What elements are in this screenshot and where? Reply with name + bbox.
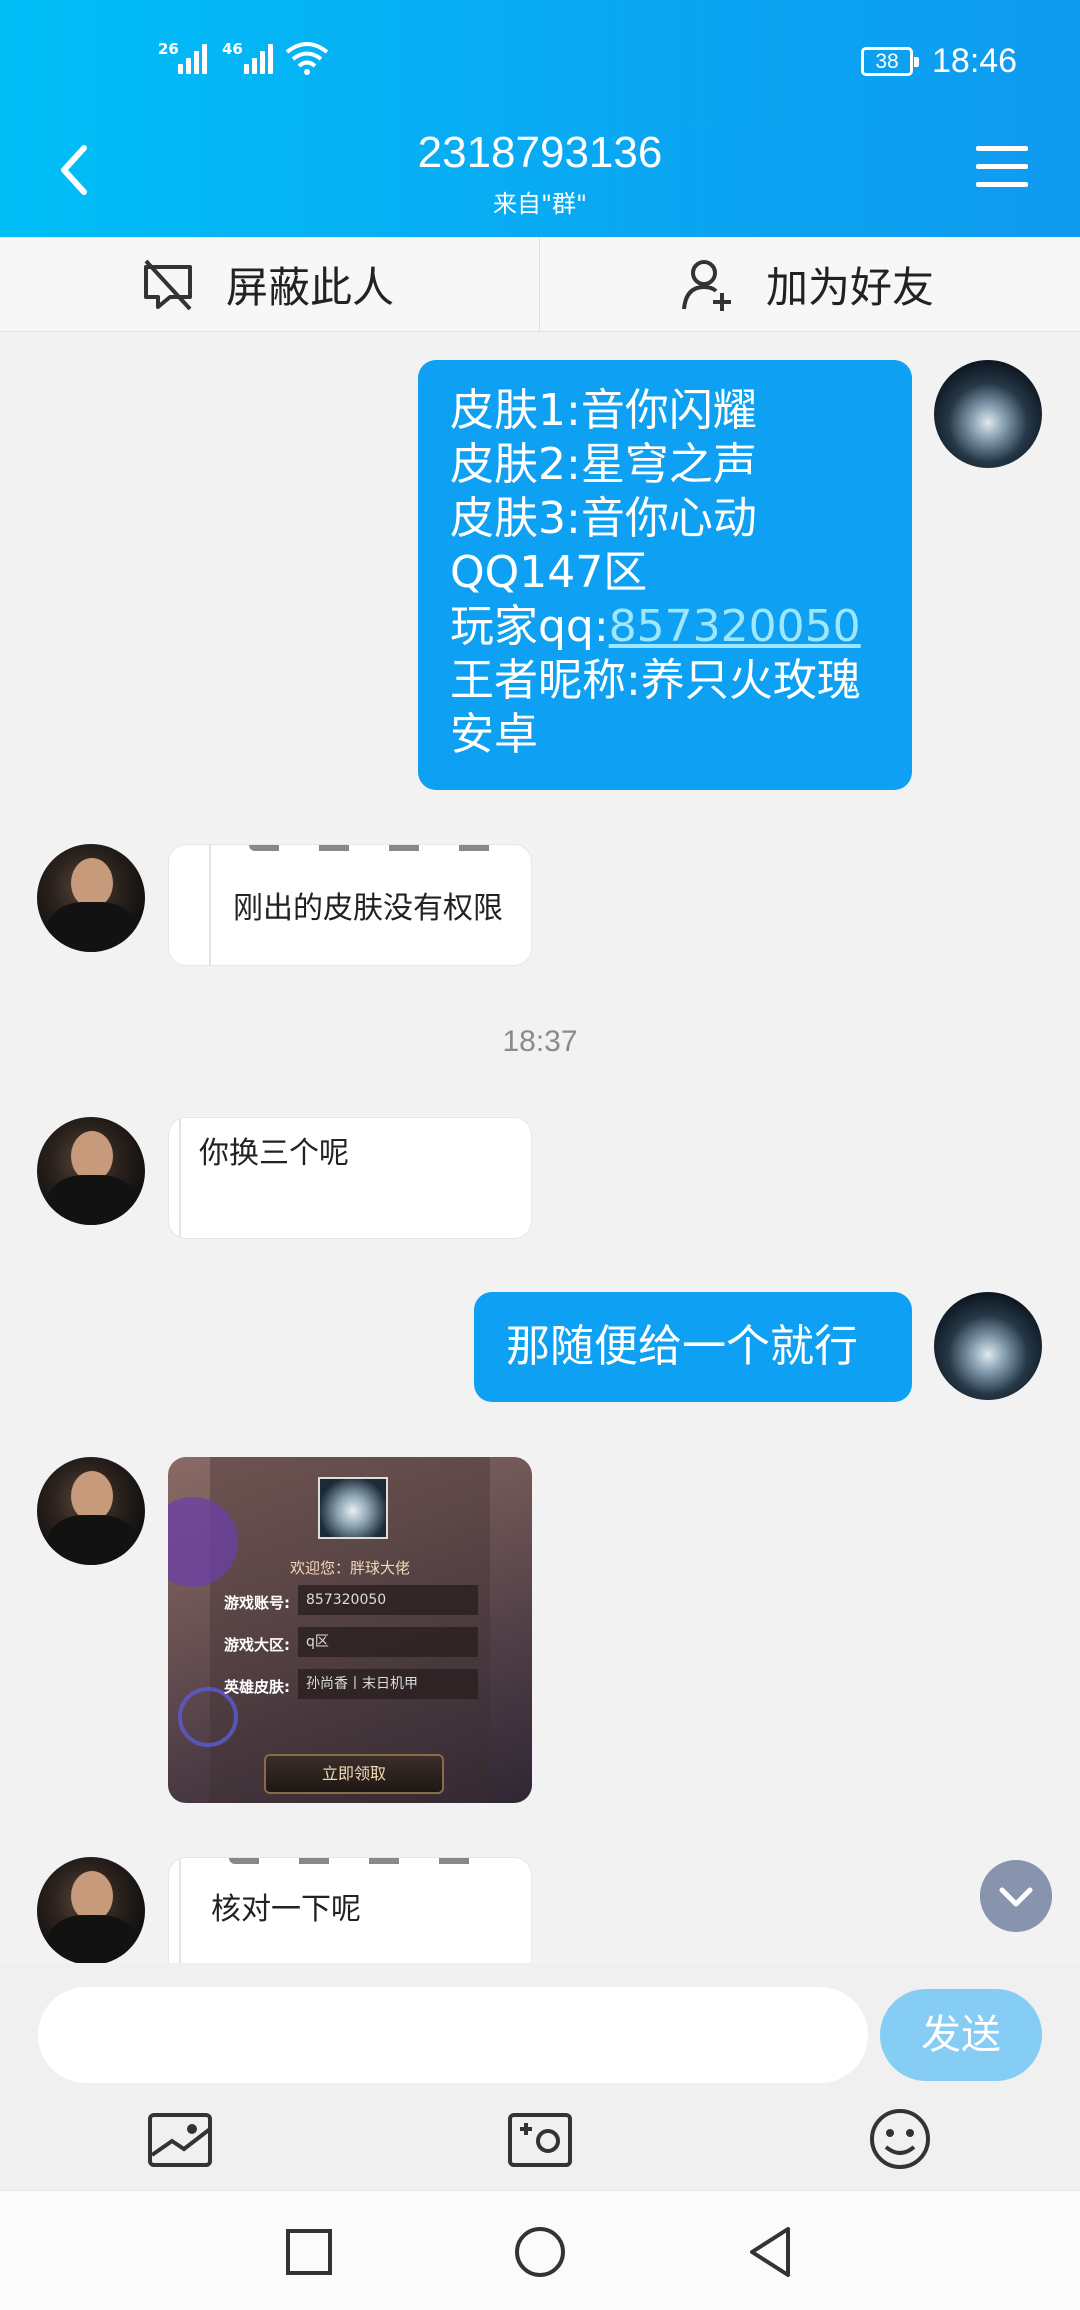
avatar-contact[interactable] <box>37 1857 145 1965</box>
recents-icon[interactable] <box>274 2217 344 2287</box>
clock: 18:46 <box>932 42 1018 80</box>
back-nav-icon[interactable] <box>736 2217 806 2287</box>
image-picker-icon[interactable] <box>144 2103 216 2175</box>
signal-label-2: 46 <box>222 40 243 58</box>
card-account-label: 游戏账号: <box>224 1594 290 1612</box>
image-message-text: 刚出的皮肤没有权限 <box>233 891 503 926</box>
header: 26 46 38 18:46 2318793136 来自"群" <box>0 0 1080 237</box>
card-skin-label: 英雄皮肤: <box>224 1678 290 1696</box>
message-line: 皮肤1:音你闪耀 <box>450 385 757 436</box>
message-input[interactable] <box>38 1987 868 2083</box>
image-message-text: 你换三个呢 <box>199 1136 349 1171</box>
avatar-self[interactable] <box>934 1292 1042 1400</box>
card-skin-value: 孙尚香丨末日机甲 <box>298 1669 478 1699</box>
block-user-label: 屏蔽此人 <box>226 263 395 312</box>
message-line: 皮肤2:星穹之声 <box>450 439 757 490</box>
avatar-contact[interactable] <box>37 1457 145 1565</box>
image-message[interactable]: 核对一下呢 <box>168 1857 532 1967</box>
divider <box>539 237 540 332</box>
image-message-text: 核对一下呢 <box>211 1892 361 1927</box>
signal-icon <box>178 42 207 74</box>
timestamp: 18:37 <box>502 1025 578 1058</box>
claim-button: 立即领取 <box>264 1754 444 1794</box>
add-user-icon <box>682 259 731 311</box>
qq-prefix: 玩家qq: <box>450 601 609 652</box>
wifi-icon <box>285 42 329 75</box>
game-avatar-thumbnail <box>318 1477 388 1539</box>
home-icon[interactable] <box>505 2217 575 2287</box>
emoji-icon[interactable] <box>864 2103 936 2175</box>
send-button[interactable]: 发送 <box>880 1989 1042 2081</box>
message-line: 皮肤3:音你心动 <box>450 493 757 544</box>
message-line: 玩家qq:857320050 <box>450 600 880 654</box>
image-message[interactable]: 你换三个呢 <box>168 1117 532 1239</box>
card-welcome: 欢迎您：胖球大佬 <box>289 1559 410 1577</box>
avatar-contact[interactable] <box>37 1117 145 1225</box>
card-region-value: q区 <box>298 1627 478 1657</box>
page-title: 2318793136 <box>417 128 663 177</box>
card-region-label: 游戏大区: <box>224 1636 290 1654</box>
action-bar: 屏蔽此人 加为好友 <box>0 237 1080 332</box>
image-message[interactable]: 刚出的皮肤没有权限 <box>168 844 532 966</box>
message-line: QQ147区 <box>450 547 648 598</box>
signal-icon-2 <box>244 42 273 74</box>
menu-icon[interactable] <box>976 146 1028 190</box>
message-text: 那随便给一个就行 <box>506 1321 858 1372</box>
add-friend-button[interactable]: 加为好友 <box>680 237 934 332</box>
qq-number-link[interactable]: 857320050 <box>609 601 861 652</box>
block-icon <box>144 259 192 310</box>
message-bubble-outgoing[interactable]: 那随便给一个就行 <box>474 1292 912 1402</box>
message-bubble-outgoing[interactable]: 皮肤1:音你闪耀 皮肤2:星穹之声 皮肤3:音你心动 QQ147区 玩家qq:8… <box>418 360 912 790</box>
add-friend-label: 加为好友 <box>766 263 935 312</box>
signal-label-1: 26 <box>158 40 179 58</box>
block-user-button[interactable]: 屏蔽此人 <box>140 237 394 332</box>
status-bar: 26 46 38 18:46 <box>0 0 1080 120</box>
avatar-self[interactable] <box>934 360 1042 468</box>
scroll-to-bottom-icon[interactable] <box>980 1860 1052 1932</box>
battery-level: 38 <box>875 50 899 73</box>
image-message-game-card[interactable]: 欢迎您：胖球大佬 游戏账号: 857320050 游戏大区: q区 英雄皮肤: … <box>168 1457 532 1803</box>
card-account-value: 857320050 <box>298 1585 478 1615</box>
system-nav-bar <box>0 2190 1080 2310</box>
page-subtitle: 来自"群" <box>492 190 588 218</box>
battery-icon: 38 <box>861 47 919 76</box>
camera-icon[interactable] <box>504 2103 576 2175</box>
avatar-contact[interactable] <box>37 844 145 952</box>
message-line: 王者昵称:养只火玫瑰 <box>450 655 861 706</box>
message-line: 安卓 <box>450 709 538 760</box>
composer: 发送 <box>0 1963 1080 2190</box>
